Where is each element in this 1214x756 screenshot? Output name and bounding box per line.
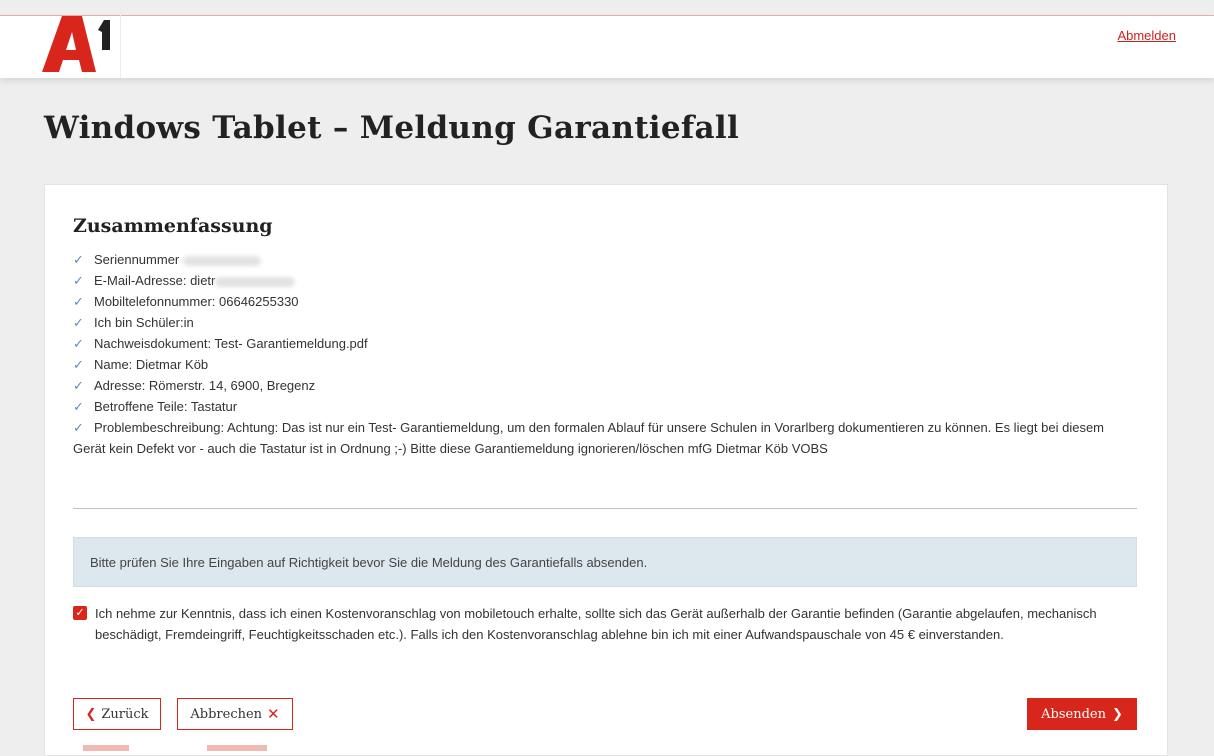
check-icon: ✓ xyxy=(73,336,84,351)
consent-label: Ich nehme zur Kenntnis, dass ich einen K… xyxy=(95,606,1097,642)
summary-item-email: ✓ E-Mail-Adresse: dietr xyxy=(73,270,1137,291)
check-icon: ✓ xyxy=(73,294,84,309)
section-divider xyxy=(73,508,1137,509)
review-notice: Bitte prüfen Sie Ihre Eingaben auf Richt… xyxy=(73,537,1137,587)
summary-item-parts: ✓ Betroffene Teile: Tastatur xyxy=(73,396,1137,417)
check-icon: ✓ xyxy=(73,399,84,414)
check-icon: ✓ xyxy=(73,357,84,372)
cut-off-element xyxy=(207,745,267,751)
consent-checkbox[interactable]: ✓ xyxy=(73,606,87,620)
check-icon: ✓ xyxy=(73,420,84,435)
chevron-left-icon: ❮ xyxy=(85,706,97,722)
redacted-email xyxy=(215,276,296,287)
cut-off-element xyxy=(83,745,129,751)
logout-link[interactable]: Abmelden xyxy=(1117,28,1176,43)
back-button[interactable]: ❮ Zurück xyxy=(73,698,161,730)
summary-list: ✓ Seriennummer ✓ E-Mail-Adresse: dietr ✓ Mo… xyxy=(73,249,1137,459)
summary-item-document: ✓ Nachweisdokument: Test- Garantiemeldung… xyxy=(73,333,1137,354)
summary-title: Zusammenfassung xyxy=(73,215,273,237)
summary-item-student: ✓ Ich bin Schüler:in xyxy=(73,312,1137,333)
summary-item-address: ✓ Adresse: Römerstr. 14, 6900, Bregenz xyxy=(73,375,1137,396)
consent-row: ✓ Ich nehme zur Kenntnis, dass ich einen… xyxy=(73,603,1133,645)
summary-item-serial: ✓ Seriennummer xyxy=(73,249,1137,270)
a1-logo xyxy=(38,10,121,78)
cancel-button[interactable]: Abbrechen ✕ xyxy=(177,698,293,730)
check-icon: ✓ xyxy=(73,378,84,393)
close-icon: ✕ xyxy=(267,705,280,723)
check-icon: ✓ xyxy=(73,252,84,267)
summary-item-problem: ✓ Problembeschreibung: Achtung: Das ist n… xyxy=(73,417,1137,459)
check-icon: ✓ xyxy=(73,273,84,288)
check-icon: ✓ xyxy=(73,315,84,330)
chevron-right-icon: ❯ xyxy=(1111,706,1123,722)
page-title: Windows Tablet – Meldung Garantiefall xyxy=(44,110,740,146)
summary-item-name: ✓ Name: Dietmar Köb xyxy=(73,354,1137,375)
summary-card: Zusammenfassung ✓ Seriennummer ✓ E-Mail-Ad… xyxy=(44,184,1168,756)
site-header: Abmelden xyxy=(0,10,1214,78)
submit-button[interactable]: Absenden ❯ xyxy=(1027,698,1137,730)
summary-item-phone: ✓ Mobiltelefonnummer: 06646255330 xyxy=(73,291,1137,312)
redacted-serial xyxy=(182,255,261,266)
